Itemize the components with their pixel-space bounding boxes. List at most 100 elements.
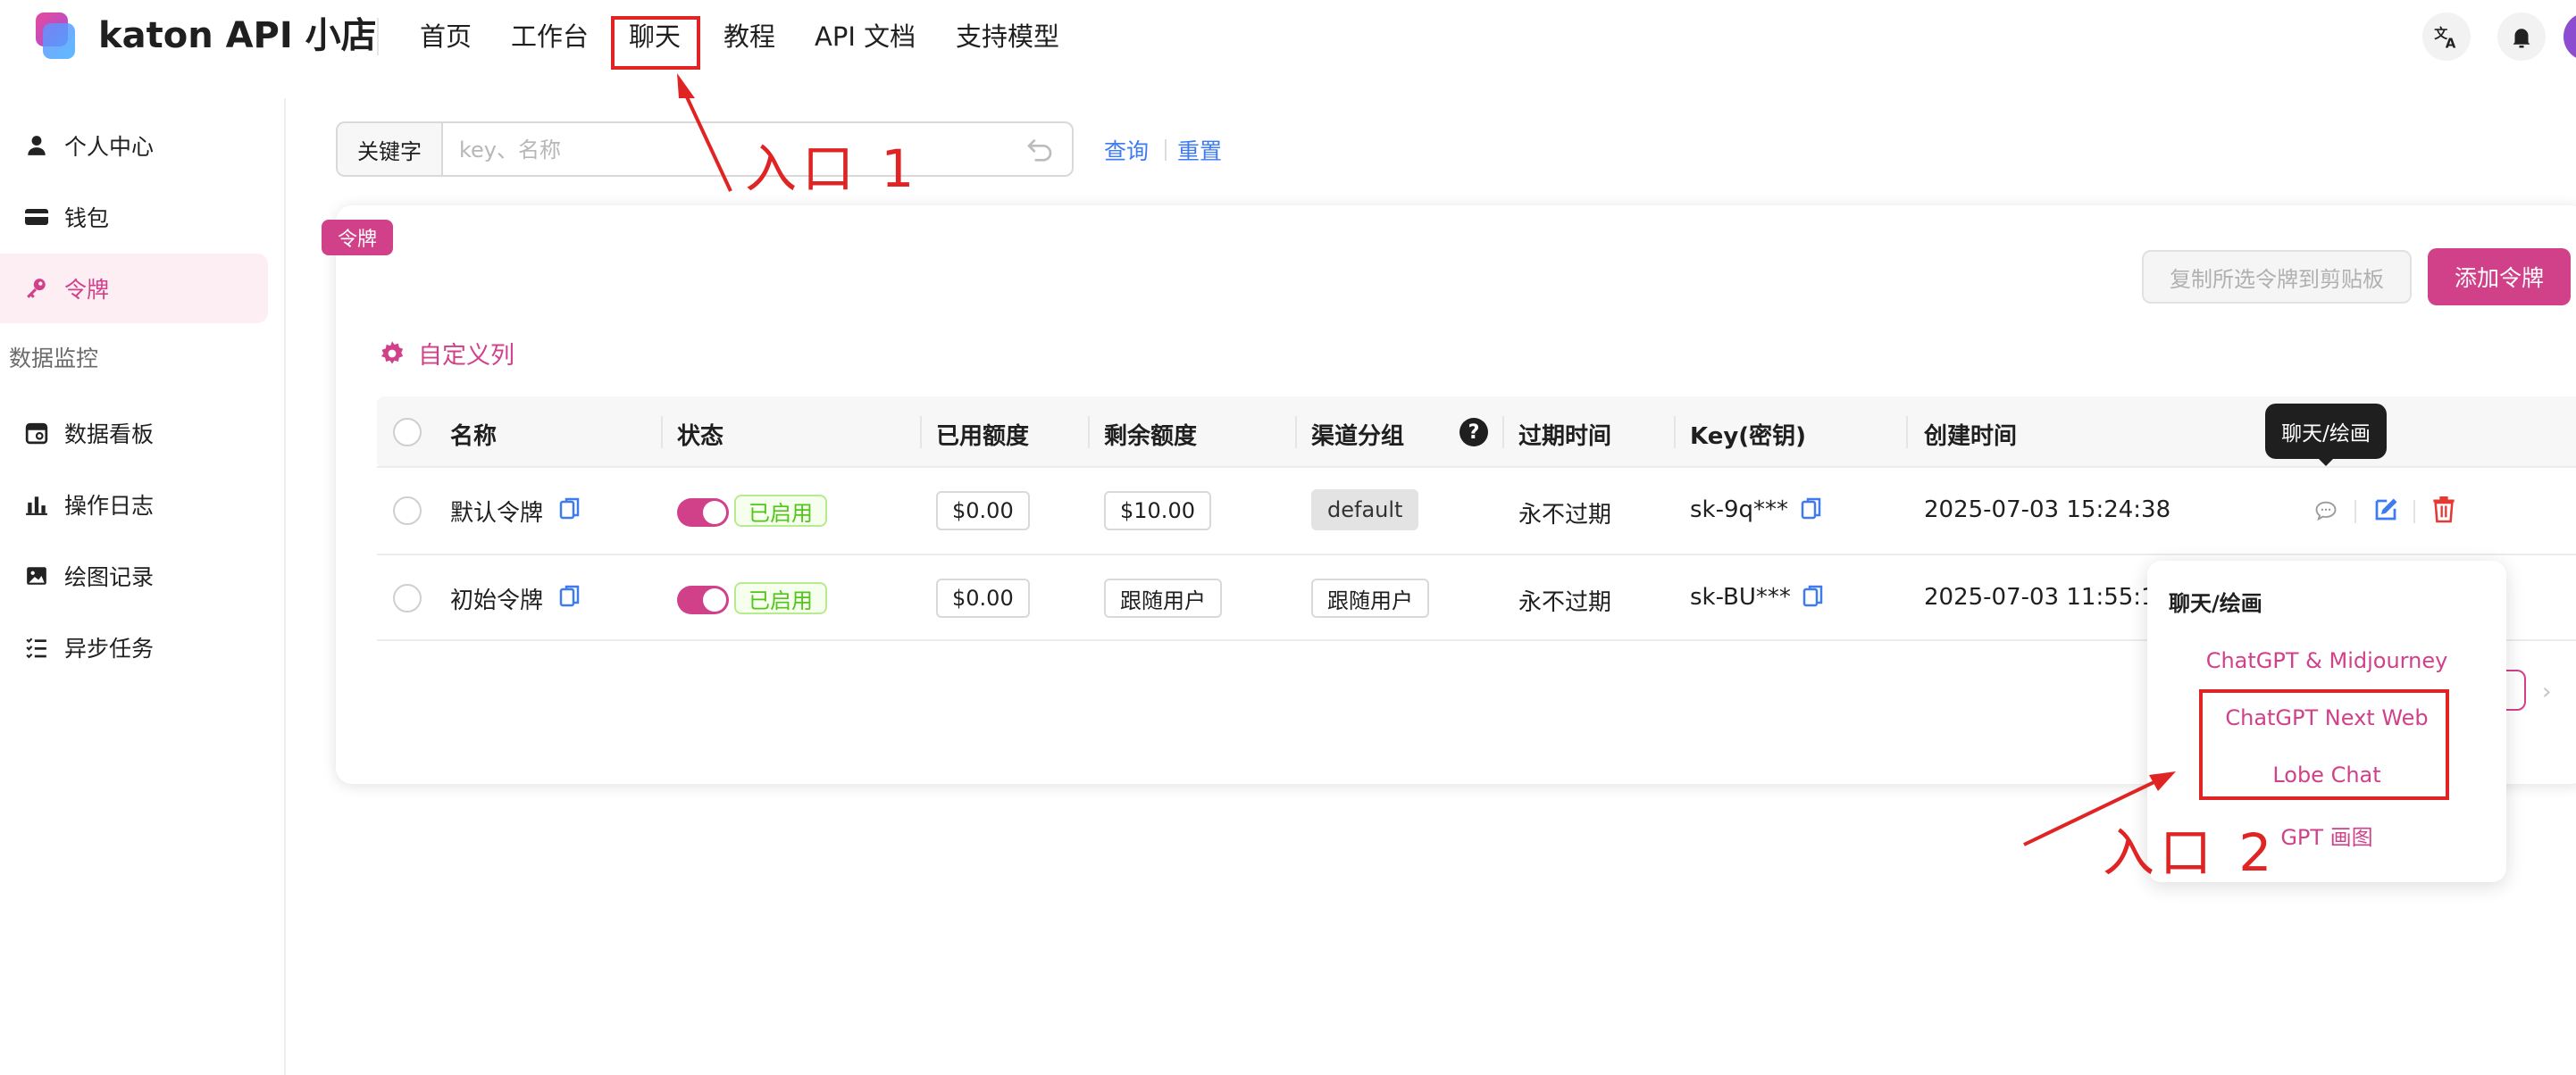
- sidebar-divider: [284, 98, 286, 1075]
- col-header-expire: 过期时间: [1518, 423, 1612, 450]
- row-checkbox[interactable]: [393, 584, 422, 612]
- sidebar-item-label: 数据看板: [64, 421, 155, 447]
- calendar-icon: [23, 420, 50, 446]
- created-time: 2025-07-03 11:55:12: [1924, 584, 2171, 611]
- created-time: 2025-07-03 15:24:38: [1924, 496, 2171, 523]
- copy-selected-button[interactable]: 复制所选令牌到剪贴板: [2142, 250, 2412, 304]
- col-header-status: 状态: [677, 423, 724, 450]
- nav-tutorial[interactable]: 教程: [723, 18, 775, 55]
- col-header-used: 已用额度: [936, 423, 1030, 450]
- dropdown-item-chatgpt-midjourney[interactable]: ChatGPT & Midjourney: [2147, 648, 2506, 673]
- search-input[interactable]: [457, 125, 1015, 175]
- custom-columns-label: 自定义列: [418, 342, 514, 370]
- channel-group: 跟随用户: [1311, 579, 1429, 618]
- annotation-box-nav-chat: [611, 16, 700, 70]
- sidebar-item-label: 个人中心: [64, 134, 155, 160]
- bar-chart-icon: [23, 491, 50, 518]
- token-key: sk-BU***: [1690, 584, 1791, 611]
- select-all-checkbox[interactable]: [393, 418, 422, 446]
- chat-tooltip: 聊天/绘画: [2265, 404, 2387, 459]
- token-name: 初始令牌: [450, 588, 544, 614]
- language-button[interactable]: 文A: [2422, 12, 2471, 61]
- annotation-box-dropdown: [2199, 689, 2449, 800]
- copy-icon[interactable]: [1801, 496, 1822, 521]
- nav-api-docs[interactable]: API 文档: [815, 18, 916, 55]
- row-checkbox[interactable]: [393, 496, 422, 525]
- annotation-label-entry2: 入口 2: [2103, 822, 2278, 883]
- nav-workbench[interactable]: 工作台: [511, 18, 589, 55]
- user-icon: [23, 132, 50, 159]
- col-header-created: 创建时间: [1924, 423, 2018, 450]
- copy-icon[interactable]: [559, 584, 581, 609]
- search-addon-label: 关键字: [338, 123, 443, 175]
- sidebar-item-wallet[interactable]: 钱包: [0, 182, 268, 252]
- annotation-label-entry1: 入口 1: [745, 138, 920, 199]
- sidebar-item-dashboard[interactable]: 数据看板: [0, 398, 268, 468]
- col-divider: [1502, 416, 1504, 448]
- edit-icon[interactable]: [2372, 496, 2399, 523]
- notification-button[interactable]: [2497, 12, 2546, 61]
- col-divider: [1906, 416, 1908, 448]
- expire-time: 永不过期: [1518, 589, 1612, 616]
- nav-models[interactable]: 支持模型: [956, 18, 1059, 55]
- col-divider: [1674, 416, 1676, 448]
- gear-icon: [381, 340, 404, 363]
- sidebar-item-label: 操作日志: [64, 493, 155, 519]
- svg-text:A: A: [2446, 36, 2456, 51]
- reset-button[interactable]: 重置: [1177, 134, 1222, 166]
- token-key: sk-9q***: [1690, 496, 1789, 523]
- used-quota: $0.00: [936, 491, 1030, 530]
- card-tag: 令牌: [322, 220, 393, 255]
- sidebar-item-label: 绘图记录: [64, 564, 155, 590]
- help-icon[interactable]: ?: [1459, 418, 1488, 446]
- col-header-remaining: 剩余额度: [1104, 423, 1198, 450]
- chat-bubble-icon[interactable]: [2313, 498, 2338, 523]
- translate-icon: 文A: [2434, 25, 2456, 51]
- sidebar-item-drawing-log[interactable]: 绘图记录: [0, 541, 268, 611]
- remaining-quota: $10.00: [1104, 491, 1211, 530]
- nav-home[interactable]: 首页: [420, 18, 472, 55]
- bell-icon: [2513, 29, 2530, 48]
- channel-group: default: [1311, 489, 1419, 530]
- token-name: 默认令牌: [450, 500, 544, 527]
- copy-icon[interactable]: [1802, 584, 1824, 609]
- col-divider: [1295, 416, 1297, 448]
- sidebar-item-async-tasks[interactable]: 异步任务: [0, 612, 268, 682]
- query-button[interactable]: 查询: [1104, 134, 1149, 166]
- sidebar-item-label: 异步任务: [64, 636, 155, 662]
- status-toggle[interactable]: [677, 498, 729, 527]
- add-token-button[interactable]: 添加令牌: [2428, 248, 2571, 305]
- link-divider: [1165, 139, 1167, 161]
- tooltip-arrow: [2317, 457, 2335, 466]
- col-divider: [1088, 416, 1090, 448]
- expire-time: 永不过期: [1518, 502, 1612, 529]
- undo-icon[interactable]: [1025, 134, 1056, 164]
- col-divider: [661, 416, 663, 448]
- key-icon: [23, 275, 50, 302]
- col-divider: [920, 416, 922, 448]
- chevron-right-icon[interactable]: ›: [2542, 679, 2551, 705]
- sidebar-item-label: 令牌: [64, 277, 110, 303]
- checklist-icon: [23, 634, 50, 661]
- col-header-name: 名称: [450, 423, 498, 450]
- sidebar-item-profile[interactable]: 个人中心: [0, 111, 268, 180]
- used-quota: $0.00: [936, 579, 1030, 618]
- app-title[interactable]: katon API 小店: [98, 12, 377, 59]
- sidebar-item-label: 钱包: [64, 205, 110, 231]
- app-logo: [30, 11, 77, 61]
- avatar[interactable]: [2563, 12, 2576, 61]
- status-badge: 已启用: [734, 495, 827, 527]
- status-badge: 已启用: [734, 582, 827, 614]
- status-toggle[interactable]: [677, 586, 729, 614]
- wallet-icon: [23, 204, 50, 230]
- row-divider: [377, 466, 2576, 468]
- sidebar-item-operation-log[interactable]: 操作日志: [0, 470, 268, 539]
- copy-icon[interactable]: [559, 496, 581, 521]
- trash-icon[interactable]: [2431, 495, 2458, 523]
- action-divider: [2413, 500, 2415, 523]
- custom-columns-button[interactable]: 自定义列: [379, 336, 514, 371]
- remaining-quota: 跟随用户: [1104, 579, 1222, 618]
- col-header-group: 渠道分组: [1311, 423, 1405, 450]
- sidebar-item-tokens[interactable]: 令牌: [0, 254, 268, 323]
- row-divider: [377, 554, 2576, 555]
